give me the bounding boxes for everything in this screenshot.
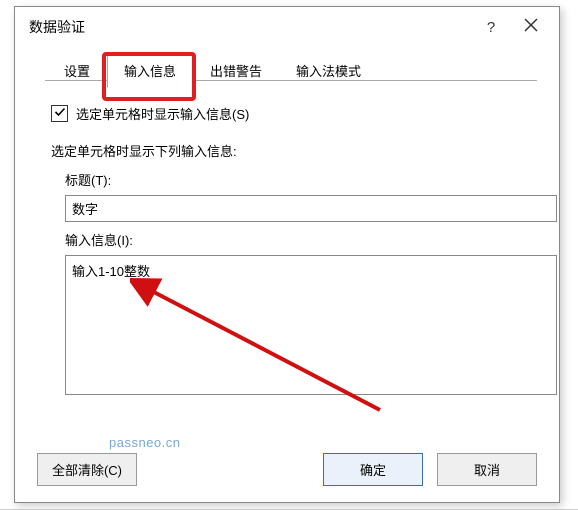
title-input[interactable] (65, 195, 557, 222)
data-validation-dialog: 数据验证 ? 设置 输入信息 出错警告 输入法模式 选定单元格时显示输入信息(S… (14, 6, 560, 503)
dialog-body: 选定单元格时显示输入信息(S) 选定单元格时显示下列输入信息: 标题(T): 输… (15, 88, 559, 398)
checkmark-icon (54, 106, 66, 121)
tab-error-alert[interactable]: 出错警告 (193, 53, 279, 88)
tab-settings[interactable]: 设置 (47, 53, 107, 88)
show-message-checkbox[interactable] (51, 105, 68, 122)
show-message-label: 选定单元格时显示输入信息(S) (76, 104, 249, 123)
tab-strip: 设置 输入信息 出错警告 输入法模式 (47, 53, 559, 88)
close-icon (524, 18, 538, 37)
cancel-button[interactable]: 取消 (437, 453, 537, 486)
close-button[interactable] (511, 7, 551, 47)
tab-ime-mode[interactable]: 输入法模式 (279, 53, 378, 88)
tab-input-message[interactable]: 输入信息 (107, 53, 193, 88)
help-icon: ? (487, 19, 495, 36)
title-field-label: 标题(T): (65, 170, 529, 189)
ok-button[interactable]: 确定 (323, 453, 423, 486)
message-textarea[interactable] (65, 255, 557, 395)
help-button[interactable]: ? (471, 7, 511, 47)
section-heading: 选定单元格时显示下列输入信息: (51, 141, 529, 160)
message-field-label: 输入信息(I): (65, 230, 529, 249)
dialog-titlebar: 数据验证 ? (15, 7, 559, 47)
clear-all-button[interactable]: 全部清除(C) (37, 453, 137, 486)
watermark-text: passneo.cn (109, 435, 181, 450)
dialog-buttons: 全部清除(C) 确定 取消 (15, 453, 559, 486)
dialog-title: 数据验证 (29, 17, 471, 37)
